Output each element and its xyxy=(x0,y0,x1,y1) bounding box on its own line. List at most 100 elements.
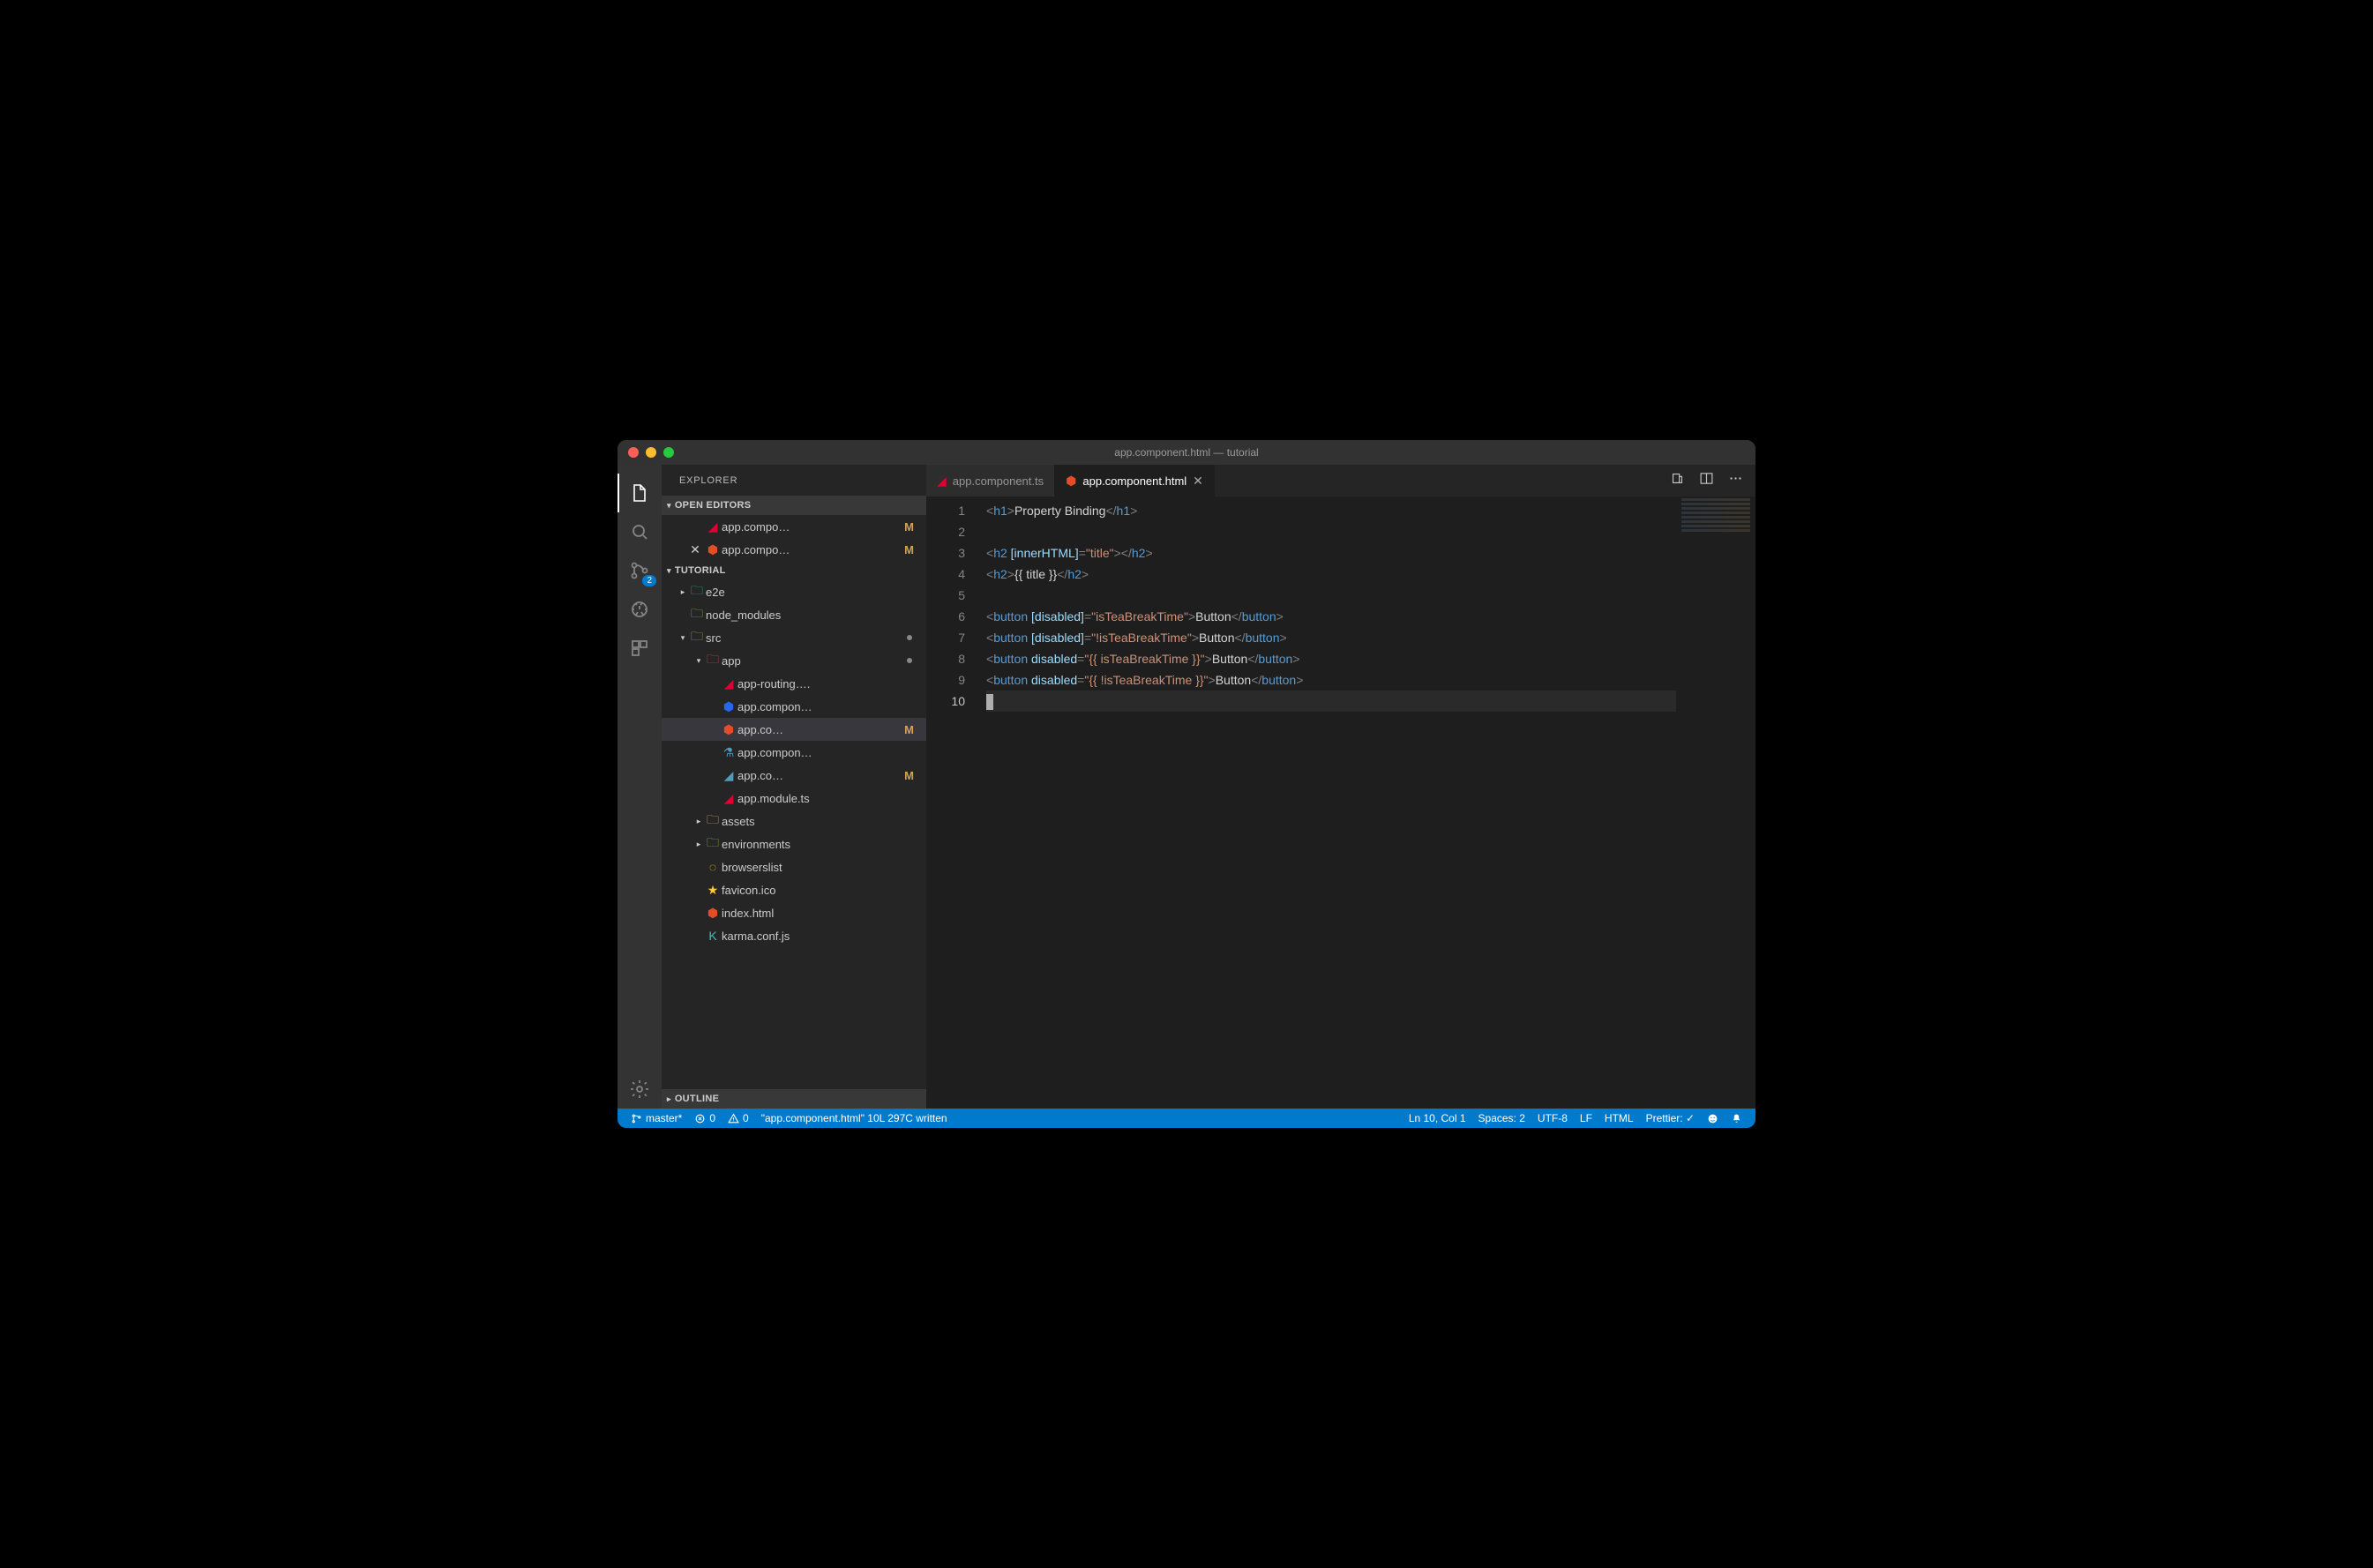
problems-errors[interactable]: 0 xyxy=(688,1109,722,1128)
open-editors-label: OPEN EDITORS xyxy=(675,500,752,511)
item-label: app xyxy=(722,654,907,668)
twisty-icon: ▸ xyxy=(693,840,704,849)
tree-item[interactable]: ◌browserslist xyxy=(662,855,926,878)
tree-item[interactable]: ▾🗀app xyxy=(662,649,926,672)
status-bar: master* 0 0 "app.component.html" 10L 297… xyxy=(618,1109,1755,1128)
editor-tab[interactable]: ◢app.component.ts xyxy=(926,465,1055,497)
flask-icon: ⚗ xyxy=(720,745,737,760)
item-label: favicon.ico xyxy=(722,884,919,897)
tree-item[interactable]: ▾🗀src xyxy=(662,626,926,649)
compare-changes-icon[interactable] xyxy=(1670,471,1685,490)
open-editor-item[interactable]: ◢app.compo…M xyxy=(662,515,926,538)
dirty-indicator-icon xyxy=(907,658,912,663)
file-label: app.compo… xyxy=(722,520,899,534)
tree-item[interactable]: ◢app-routing…. xyxy=(662,672,926,695)
html-icon: ⬢ xyxy=(704,906,722,921)
tree-item[interactable]: ▸🗀e2e xyxy=(662,580,926,603)
traffic-lights xyxy=(628,447,674,458)
tree-item[interactable]: ▸🗀assets xyxy=(662,810,926,833)
angular-icon: ◢ xyxy=(720,791,737,806)
item-label: app-routing…. xyxy=(737,677,919,691)
notifications-icon[interactable] xyxy=(1725,1109,1748,1128)
item-label: e2e xyxy=(706,586,919,599)
twisty-icon: ▸ xyxy=(677,587,688,597)
modified-marker: M xyxy=(899,543,919,556)
titlebar[interactable]: app.component.html — tutorial xyxy=(618,440,1755,465)
editor-tab[interactable]: ⬢app.component.html✕ xyxy=(1055,465,1215,497)
folder-teal-icon: 🗀 xyxy=(688,581,706,602)
line-gutter: 12345678910 xyxy=(926,497,977,1109)
minimap[interactable] xyxy=(1676,497,1755,1109)
project-folder-header[interactable]: ▾TUTORIAL xyxy=(662,561,926,580)
scm-badge: 2 xyxy=(642,575,656,586)
tree-item[interactable]: ⬢app.compon… xyxy=(662,695,926,718)
more-actions-icon[interactable] xyxy=(1728,471,1743,490)
cursor-position[interactable]: Ln 10, Col 1 xyxy=(1403,1109,1472,1128)
code-editor[interactable]: 12345678910 <h1>Property Binding</h1><h2… xyxy=(926,497,1755,1109)
item-label: browserslist xyxy=(722,861,919,874)
window-title: app.component.html — tutorial xyxy=(1114,446,1258,459)
close-tab-icon[interactable]: ✕ xyxy=(1193,474,1203,489)
open-editor-item[interactable]: ✕⬢app.compo…M xyxy=(662,538,926,561)
prettier-status[interactable]: Prettier: ✓ xyxy=(1640,1109,1701,1128)
indentation[interactable]: Spaces: 2 xyxy=(1472,1109,1531,1128)
code-lines[interactable]: <h1>Property Binding</h1><h2 [innerHTML]… xyxy=(977,497,1676,1109)
tree-item[interactable]: ★favicon.ico xyxy=(662,878,926,901)
activity-bar: 2 xyxy=(618,465,662,1109)
feedback-icon[interactable] xyxy=(1701,1109,1725,1128)
search-icon[interactable] xyxy=(618,512,662,551)
outline-header[interactable]: ▸OUTLINE xyxy=(662,1089,926,1109)
split-editor-icon[interactable] xyxy=(1699,471,1714,490)
project-folder-label: TUTORIAL xyxy=(675,565,726,576)
folder-green-icon: 🗀 xyxy=(688,604,706,625)
status-message: "app.component.html" 10L 297C written xyxy=(755,1109,954,1128)
folder-green-icon: 🗀 xyxy=(704,833,722,855)
folder-icon: 🗀 xyxy=(704,810,722,832)
html-icon: ⬢ xyxy=(704,542,722,557)
item-label: src xyxy=(706,631,907,645)
outline-label: OUTLINE xyxy=(675,1094,719,1104)
language-mode[interactable]: HTML xyxy=(1598,1109,1640,1128)
sidebar-title: EXPLORER xyxy=(662,465,926,496)
tree-item[interactable]: ⬢app.co…M xyxy=(662,718,926,741)
item-label: app.compon… xyxy=(737,746,919,759)
modified-marker: M xyxy=(899,723,919,736)
problems-warnings[interactable]: 0 xyxy=(722,1109,755,1128)
tree-item[interactable]: ⚗app.compon… xyxy=(662,741,926,764)
modified-marker: M xyxy=(899,769,919,782)
tree-item[interactable]: Kkarma.conf.js xyxy=(662,924,926,947)
item-label: node_modules xyxy=(706,609,919,622)
tab-label: app.component.html xyxy=(1082,474,1186,488)
item-label: app.compon… xyxy=(737,700,919,713)
twisty-icon: ▸ xyxy=(693,817,704,826)
zoom-window-icon[interactable] xyxy=(663,447,674,458)
folder-red-icon: 🗀 xyxy=(704,650,722,671)
settings-gear-icon[interactable] xyxy=(618,1070,662,1109)
dirty-indicator-icon xyxy=(907,635,912,640)
star-icon: ★ xyxy=(704,883,722,898)
tree-item[interactable]: ◢app.module.ts xyxy=(662,787,926,810)
browserslist-icon: ◌ xyxy=(704,860,722,874)
karma-icon: K xyxy=(704,929,722,943)
item-label: environments xyxy=(722,838,919,851)
angular-sh-icon: ◢ xyxy=(720,768,737,783)
git-branch[interactable]: master* xyxy=(625,1109,688,1128)
close-window-icon[interactable] xyxy=(628,447,639,458)
open-editors-header[interactable]: ▾OPEN EDITORS xyxy=(662,496,926,515)
eol[interactable]: LF xyxy=(1574,1109,1598,1128)
extensions-icon[interactable] xyxy=(618,629,662,668)
encoding[interactable]: UTF-8 xyxy=(1531,1109,1574,1128)
tree-item[interactable]: ▸🗀environments xyxy=(662,833,926,855)
debug-icon[interactable] xyxy=(618,590,662,629)
tree-item[interactable]: ◢app.co…M xyxy=(662,764,926,787)
tree-item[interactable]: ⬢index.html xyxy=(662,901,926,924)
tree-item[interactable]: 🗀node_modules xyxy=(662,603,926,626)
file-label: app.compo… xyxy=(722,543,899,556)
source-control-icon[interactable]: 2 xyxy=(618,551,662,590)
angular-icon: ◢ xyxy=(704,519,722,534)
tab-bar: ◢app.component.ts⬢app.component.html✕ xyxy=(926,465,1755,497)
minimize-window-icon[interactable] xyxy=(646,447,656,458)
explorer-icon[interactable] xyxy=(618,474,662,512)
text-cursor xyxy=(986,694,993,710)
twisty-icon: ▾ xyxy=(677,633,688,643)
